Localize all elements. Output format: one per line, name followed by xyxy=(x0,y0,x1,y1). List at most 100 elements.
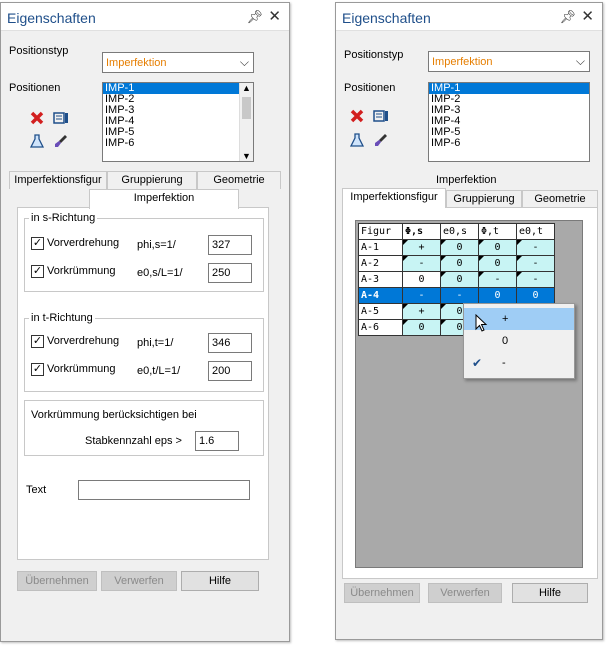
positionstyp-value: Imperfektion xyxy=(106,57,167,69)
phi-s-input[interactable]: 327 xyxy=(208,235,252,255)
delete-icon xyxy=(30,111,44,125)
vorverdrehung-t-checkbox[interactable]: ✓ xyxy=(31,335,44,348)
test-button[interactable] xyxy=(346,129,368,151)
vorverdrehung-t-label: Vorverdrehung xyxy=(47,335,120,347)
positionstyp-value: Imperfektion xyxy=(432,56,493,68)
grid-cell[interactable]: - xyxy=(516,255,555,272)
tab-imperfektion[interactable]: Imperfektion xyxy=(89,189,239,209)
positions-listbox[interactable]: IMP-1 IMP-2 IMP-3 IMP-4 IMP-5 IMP-6 xyxy=(428,82,590,162)
cell-value: 0 xyxy=(456,306,463,317)
phi-s-label: phi,s=1/ xyxy=(137,239,176,251)
grid-cell[interactable]: 0 xyxy=(402,271,441,288)
help-button[interactable]: Hilfe xyxy=(181,571,259,591)
positionstyp-select[interactable]: Imperfektion ⌵ xyxy=(428,51,590,72)
grid-cell[interactable]: - xyxy=(440,287,479,304)
vorkruemmung-s-checkbox[interactable]: ✓ xyxy=(31,265,44,278)
e0-s-input[interactable]: 250 xyxy=(208,263,252,283)
cell-value: 0 xyxy=(456,258,463,269)
grid-header: e0,t xyxy=(516,223,555,240)
vorverdrehung-s-checkbox[interactable]: ✓ xyxy=(31,237,44,250)
mouse-cursor-icon xyxy=(475,314,488,332)
pin-icon[interactable]: 📌︎ xyxy=(246,9,263,25)
positions-listbox[interactable]: IMP-1 IMP-2 IMP-3 IMP-4 IMP-5 IMP-6 ▲ ▼ xyxy=(102,82,254,162)
scroll-thumb[interactable] xyxy=(242,97,251,119)
vorkruemmung-t-checkbox[interactable]: ✓ xyxy=(31,363,44,376)
grid-cell[interactable]: + xyxy=(402,303,441,320)
discard-button[interactable]: Verwerfen xyxy=(101,571,177,591)
tab-gruppierung[interactable]: Gruppierung xyxy=(107,171,197,189)
grid-header: Φ,t xyxy=(478,223,517,240)
row-header[interactable]: A-3 xyxy=(358,271,403,288)
phi-t-input[interactable]: 346 xyxy=(208,333,252,353)
edit-list-button[interactable] xyxy=(370,105,392,127)
imperfection-grid[interactable]: Figur Φ,s e0,s Φ,t e0,t A-1 + 0 0 - A-2 … xyxy=(355,220,583,568)
edit-list-button[interactable] xyxy=(50,107,72,129)
table-row[interactable]: A-1 + 0 0 - xyxy=(358,239,555,256)
discard-button[interactable]: Verwerfen xyxy=(428,583,502,603)
page-title: Imperfektion xyxy=(436,174,497,186)
grid-cell[interactable]: + xyxy=(402,239,441,256)
grid-cell[interactable]: 0 xyxy=(516,287,555,304)
row-header[interactable]: A-6 xyxy=(358,319,403,336)
grid-cell[interactable]: 0 xyxy=(478,239,517,256)
apply-button[interactable]: Übernehmen xyxy=(344,583,420,603)
menu-item-minus[interactable]: ✔ - xyxy=(464,352,574,374)
apply-button[interactable]: Übernehmen xyxy=(17,571,97,591)
positionstyp-select[interactable]: Imperfektion ⌵ xyxy=(102,52,254,73)
close-icon[interactable]: ✕ xyxy=(268,7,281,25)
scroll-up-icon[interactable]: ▲ xyxy=(240,83,253,93)
pin-icon[interactable]: 📌︎ xyxy=(559,9,576,25)
positionstyp-label: Positionstyp xyxy=(9,45,69,57)
grid-cell[interactable]: 0 xyxy=(478,287,517,304)
text-label: Text xyxy=(26,484,47,496)
imperfektionsfigur-page: Figur Φ,s e0,s Φ,t e0,t A-1 + 0 0 - A-2 … xyxy=(342,207,598,579)
positionstyp-label: Positionstyp xyxy=(344,49,404,61)
text-input[interactable] xyxy=(78,480,250,500)
delete-button[interactable] xyxy=(26,107,48,129)
positionen-label: Positionen xyxy=(344,82,396,94)
table-row[interactable]: A-2 - 0 0 - xyxy=(358,255,555,272)
test-button[interactable] xyxy=(26,130,48,152)
grid-cell[interactable]: 0 xyxy=(478,255,517,272)
eps-input[interactable]: 1.6 xyxy=(195,431,239,451)
tab-geometrie[interactable]: Geometrie xyxy=(522,190,598,208)
brush-button[interactable] xyxy=(370,129,392,151)
cell-value: 0 xyxy=(494,290,501,301)
grid-cell[interactable]: - xyxy=(478,271,517,288)
eps-label: Stabkennzahl eps > xyxy=(85,435,182,447)
table-row[interactable]: A-4 - - 0 0 xyxy=(358,287,555,304)
grid-cell[interactable]: 0 xyxy=(440,255,479,272)
row-header[interactable]: A-2 xyxy=(358,255,403,272)
list-item[interactable]: IMP-6 xyxy=(103,138,253,149)
e0-t-input[interactable]: 200 xyxy=(208,361,252,381)
tab-gruppierung[interactable]: Gruppierung xyxy=(446,190,522,208)
s-direction-title: in s-Richtung xyxy=(29,212,98,224)
grid-cell[interactable]: - xyxy=(516,271,555,288)
close-icon[interactable]: ✕ xyxy=(581,7,594,25)
brush-button[interactable] xyxy=(50,130,72,152)
t-direction-group: in t-Richtung ✓ Vorverdrehung phi,t=1/ 3… xyxy=(24,312,264,392)
help-button[interactable]: Hilfe xyxy=(512,583,588,603)
tab-geometrie[interactable]: Geometrie xyxy=(197,171,281,189)
panel-title: Eigenschaften xyxy=(7,10,96,26)
delete-button[interactable] xyxy=(346,105,368,127)
grid-cell[interactable]: - xyxy=(402,287,441,304)
positions-scrollbar[interactable]: ▲ ▼ xyxy=(239,83,253,161)
tab-imperfektionsfigur[interactable]: Imperfektionsfigur xyxy=(9,171,107,189)
grid-cell[interactable]: 0 xyxy=(440,239,479,256)
list-item[interactable]: IMP-6 xyxy=(429,138,589,149)
cell-value: - xyxy=(532,258,539,269)
s-direction-group: in s-Richtung ✓ Vorverdrehung phi,s=1/ 3… xyxy=(24,212,264,292)
grid-cell[interactable]: - xyxy=(516,239,555,256)
row-header[interactable]: A-5 xyxy=(358,303,403,320)
row-header[interactable]: A-4 xyxy=(358,287,403,304)
table-row[interactable]: A-3 0 0 - - xyxy=(358,271,555,288)
scroll-down-icon[interactable]: ▼ xyxy=(240,151,253,161)
grid-cell[interactable]: 0 xyxy=(440,271,479,288)
grid-cell[interactable]: 0 xyxy=(402,319,441,336)
imperfektion-page: in s-Richtung ✓ Vorverdrehung phi,s=1/ 3… xyxy=(17,207,269,560)
tab-imperfektionsfigur[interactable]: Imperfektionsfigur xyxy=(342,188,446,208)
row-header[interactable]: A-1 xyxy=(358,239,403,256)
grid-cell[interactable]: - xyxy=(402,255,441,272)
positionen-label: Positionen xyxy=(9,82,61,94)
